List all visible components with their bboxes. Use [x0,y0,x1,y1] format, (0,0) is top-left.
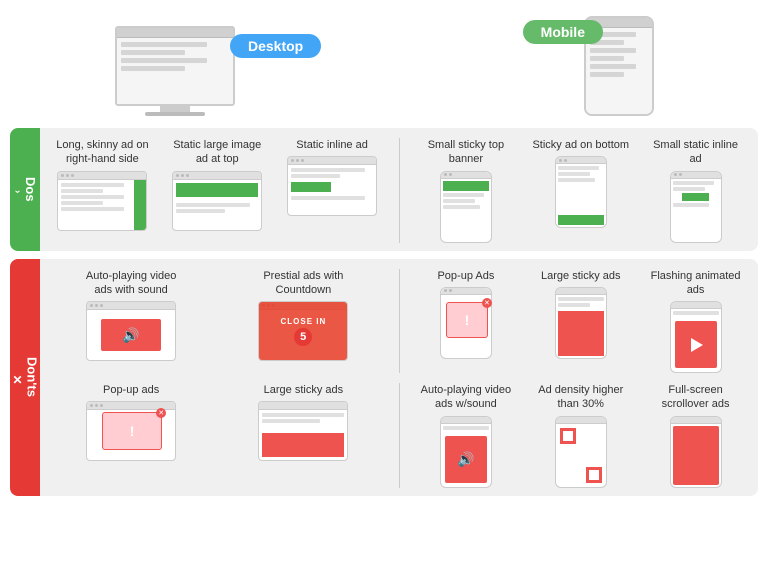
dos-sticky-bottom-label: Sticky ad on bottom [532,138,629,152]
dont-large-sticky-desktop-label: Large sticky ads [264,383,343,397]
dont-fullscreen-scrollover: Full-screen scrollover ads [641,383,750,488]
dont-large-sticky-mobile-label: Large sticky ads [541,269,620,283]
speaker-icon: 🔊 [122,327,139,344]
close-in-overlay: CLOSE IN 5 [259,302,347,360]
dont-large-sticky-desktop-mock [258,401,348,461]
dont-ad-density-label: Ad density higher than 30% [531,383,631,412]
dos-static-large-label: Static large image ad at top [167,138,267,167]
donts-section: Don'ts ✕ Auto-playing video ads with sou… [10,259,758,496]
dont-autoplaying-mobile: Auto-playing video ads w/sound 🔊 [412,383,521,488]
dont-large-sticky-desktop: Large sticky ads [220,383,386,488]
section-divider [399,138,400,243]
dont-prestial: Prestial ads with Countdown CLOSE IN 5 [220,269,386,374]
devices-header: Desktop Mobile [10,10,758,120]
close-in-text: CLOSE IN [280,317,326,326]
mobile-badge: Mobile [523,20,603,44]
dont-prestial-label: Prestial ads with Countdown [253,269,353,298]
donts-divider [399,269,400,374]
dont-fullscreen-label: Full-screen scrollover ads [646,383,746,412]
dos-static-large-mock [172,171,262,231]
desktop-badge: Desktop [230,34,321,58]
dos-sticky-bottom: Sticky ad on bottom [526,138,635,243]
donts-divider-2 [399,383,400,488]
dont-popup-desktop: Pop-up ads ✕ ! [48,383,214,488]
donts-row-2: Pop-up ads ✕ ! Large sticky ads [48,383,750,488]
dont-popup-desktop-mock: ✕ ! [86,401,176,461]
dont-autoplaying-label: Auto-playing video ads with sound [81,269,181,298]
dos-label: Dos › [10,128,40,251]
dos-static-inline-mock [287,156,377,216]
desktop-exclamation-icon: ! [130,423,135,439]
dont-autoplaying-mock: 🔊 [86,301,176,361]
dont-popup-desktop-label: Pop-up ads [103,383,159,397]
desktop-popup-overlay: ✕ ! [102,412,162,450]
desktop-popup-close: ✕ [156,408,166,418]
desktop-device-illustration [115,26,235,116]
play-icon [691,338,703,352]
desktop-screen [115,26,235,106]
dont-ad-density: Ad density higher than 30% [526,383,635,488]
donts-label: Don'ts ✕ [10,259,40,496]
dont-flashing-label: Flashing animated ads [646,269,746,298]
dos-desktop-items: Long, skinny ad on right-hand side [48,138,397,243]
dos-section: Dos › Long, skinny ad on right-hand side [10,128,758,251]
donts-mobile-row2: Auto-playing video ads w/sound 🔊 [402,383,751,488]
main-container: Desktop Mobile Dos › [0,0,768,506]
dont-autoplaying-mobile-label: Auto-playing video ads w/sound [416,383,516,412]
dos-small-static-inline-label: Small static inline ad [646,138,746,167]
countdown-circle: 5 [294,328,312,346]
dos-platform-row: Long, skinny ad on right-hand side [48,138,750,243]
dont-popup-mobile-mock: ✕ ! [440,287,492,359]
dos-static-inline-label: Static inline ad [296,138,368,152]
dos-sticky-bottom-mock [555,156,607,228]
popup-close-button: ✕ [482,298,492,308]
dont-autoplaying-mobile-mock: 🔊 [440,416,492,488]
donts-row-1: Auto-playing video ads with sound 🔊 [48,269,750,374]
dont-popup-mobile: Pop-up Ads ✕ ! [412,269,521,374]
donts-content: Auto-playing video ads with sound 🔊 [40,259,758,496]
dont-large-sticky-mobile: Large sticky ads [526,269,635,374]
dont-flashing-mock [670,301,722,373]
popup-overlay: ✕ ! [446,302,488,338]
dos-small-static-inline: Small static inline ad [641,138,750,243]
density-corner-tl [560,428,576,444]
dos-small-static-inline-mock [670,171,722,243]
dont-flashing-animated: Flashing animated ads [641,269,750,374]
dos-mobile-items: Small sticky top banner [402,138,751,243]
dont-large-sticky-mobile-mock [555,287,607,359]
dont-popup-mobile-label: Pop-up Ads [437,269,494,283]
dos-static-large: Static large image ad at top [163,138,272,243]
dos-long-skinny-mock [57,171,147,231]
donts-mobile-row1: Pop-up Ads ✕ ! Large sticky ads [402,269,751,374]
dos-static-inline: Static inline ad [278,138,387,243]
dont-autoplaying-video: Auto-playing video ads with sound 🔊 [48,269,214,374]
dos-small-sticky-top-mock [440,171,492,243]
dont-fullscreen-mock [670,416,722,488]
density-corner-br [586,467,602,483]
dos-small-sticky-top-label: Small sticky top banner [416,138,516,167]
dont-ad-density-mock [555,416,607,488]
dos-long-skinny-label: Long, skinny ad on right-hand side [52,138,152,167]
donts-desktop-row2: Pop-up ads ✕ ! Large sticky ads [48,383,397,488]
dont-prestial-mock: CLOSE IN 5 [258,301,348,361]
dos-content: Long, skinny ad on right-hand side [40,128,758,251]
exclamation-icon: ! [465,312,470,328]
dos-small-sticky-top: Small sticky top banner [412,138,521,243]
desktop-base [145,112,205,116]
dos-long-skinny: Long, skinny ad on right-hand side [48,138,157,243]
donts-desktop-row1: Auto-playing video ads with sound 🔊 [48,269,397,374]
